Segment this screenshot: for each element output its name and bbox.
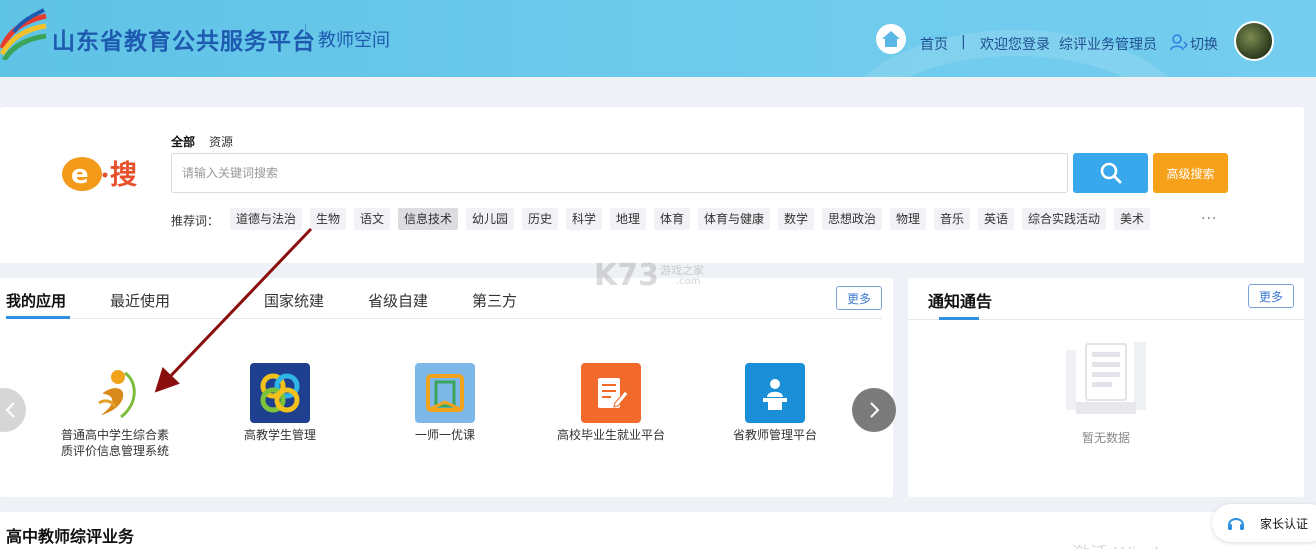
- tag-english[interactable]: 英语: [978, 208, 1015, 230]
- app-name: 高教学生管理: [243, 428, 316, 442]
- carousel-next-button[interactable]: [852, 388, 896, 432]
- site-watermark-com: .com: [676, 276, 701, 287]
- svg-text:搜: 搜: [110, 160, 137, 191]
- tag-info-tech[interactable]: 信息技术: [398, 208, 459, 230]
- app-one-teacher-one-lesson[interactable]: 一师一优课: [370, 363, 520, 443]
- windows-activation-watermark: 激活 Wind: [1072, 540, 1159, 549]
- app-graduate-employment[interactable]: 高校毕业生就业平台: [536, 363, 686, 443]
- site-title: 山东省教育公共服务平台: [52, 29, 316, 55]
- app-name: 普通高中学生综合素 质评价信息管理系统: [60, 428, 169, 458]
- welcome-text: 欢迎您登录: [980, 37, 1050, 53]
- notice-more-button[interactable]: 更多: [1248, 284, 1294, 308]
- one-teacher-lesson-icon: [415, 363, 475, 423]
- search-tab-all[interactable]: 全部: [171, 133, 195, 150]
- app-teacher-management[interactable]: 省教师管理平台: [700, 363, 850, 443]
- search-panel: e 搜 全部 资源 高级搜索 推荐词： 道德与法治 生物 语文 信息技术 幼儿园…: [0, 107, 1304, 263]
- home-icon[interactable]: [876, 24, 906, 54]
- more-tags-button[interactable]: ···: [1201, 211, 1217, 227]
- tag-politics[interactable]: 思想政治: [822, 208, 883, 230]
- tag-music[interactable]: 音乐: [934, 208, 971, 230]
- app-higher-ed-students[interactable]: 高教学生管理: [205, 363, 355, 443]
- app-name: 高校毕业生就业平台: [556, 428, 665, 442]
- chevron-right-icon: [870, 402, 880, 418]
- title-divider: [305, 24, 306, 50]
- top-header: 山东省教育公共服务平台 教师空间 首页 | 欢迎您登录 综评业务管理员 切换: [0, 0, 1316, 77]
- empty-document-icon: [1066, 342, 1146, 414]
- higher-ed-students-icon: [250, 363, 310, 423]
- tag-biology[interactable]: 生物: [310, 208, 347, 230]
- user-role: 综评业务管理员: [1059, 37, 1157, 53]
- search-button[interactable]: [1073, 153, 1148, 193]
- app-name: 省教师管理平台: [732, 428, 817, 442]
- student-evaluation-icon: [85, 363, 145, 423]
- tag-physics[interactable]: 物理: [890, 208, 927, 230]
- apps-panel: 我的应用 最近使用 国家统建 省级自建 第三方 更多 普通高中学生综合素 质评价信…: [0, 278, 896, 497]
- notice-panel: 通知通告 更多 暂无数据: [908, 278, 1304, 497]
- site-watermark: K73: [594, 258, 659, 293]
- section-title: 高中教师综评业务: [6, 527, 135, 546]
- search-input[interactable]: [171, 153, 1068, 193]
- tag-math[interactable]: 数学: [778, 208, 815, 230]
- teacher-management-icon: [745, 363, 805, 423]
- switch-user-icon[interactable]: [1170, 33, 1188, 51]
- tab-recent[interactable]: 最近使用: [110, 290, 170, 311]
- tag-history[interactable]: 历史: [522, 208, 559, 230]
- tag-chinese[interactable]: 语文: [354, 208, 391, 230]
- svg-text:e: e: [71, 160, 89, 190]
- tabs-divider: [6, 318, 882, 319]
- switch-link[interactable]: 切换: [1190, 34, 1218, 54]
- app-student-evaluation[interactable]: 普通高中学生综合素 质评价信息管理系统: [40, 363, 190, 459]
- notice-title: 通知通告: [928, 292, 993, 311]
- empty-state-text: 暂无数据: [1081, 431, 1130, 445]
- chevron-left-icon: [5, 402, 15, 418]
- tag-geography[interactable]: 地理: [610, 208, 647, 230]
- nav-home-link[interactable]: 首页: [920, 34, 948, 54]
- search-tab-resources[interactable]: 资源: [209, 133, 233, 150]
- tab-provincial[interactable]: 省级自建: [368, 290, 428, 311]
- site-subtitle: 教师空间: [318, 30, 390, 51]
- app-name: 一师一优课: [414, 428, 475, 442]
- tag-moral-law[interactable]: 道德与法治: [230, 208, 303, 230]
- avatar[interactable]: [1234, 21, 1274, 61]
- tag-practice[interactable]: 综合实践活动: [1022, 208, 1107, 230]
- e-search-logo: e 搜: [62, 157, 137, 191]
- tag-kindergarten[interactable]: 幼儿园: [466, 208, 515, 230]
- tab-third-party[interactable]: 第三方: [472, 290, 517, 311]
- tag-science[interactable]: 科学: [566, 208, 603, 230]
- tag-art[interactable]: 美术: [1114, 208, 1151, 230]
- graduate-employment-icon: [581, 363, 641, 423]
- tag-pe-health[interactable]: 体育与健康: [698, 208, 771, 230]
- carousel-prev-button[interactable]: [0, 388, 26, 432]
- parent-auth-label: 家长认证: [1260, 517, 1309, 531]
- headset-icon: [1228, 518, 1244, 530]
- recommend-label: 推荐词：: [171, 214, 220, 228]
- parent-auth-button[interactable]: 家长认证: [1212, 504, 1316, 542]
- tab-my-apps[interactable]: 我的应用: [6, 290, 66, 311]
- notice-tab-indicator: [939, 317, 979, 320]
- tag-pe[interactable]: 体育: [654, 208, 691, 230]
- nav-separator: |: [961, 34, 966, 50]
- platform-logo-icon: [0, 8, 47, 60]
- apps-more-button[interactable]: 更多: [836, 286, 882, 310]
- search-icon: [1100, 162, 1121, 184]
- advanced-search-button[interactable]: 高级搜索: [1153, 153, 1228, 193]
- tab-national[interactable]: 国家统建: [264, 290, 324, 311]
- active-tab-indicator: [6, 316, 70, 319]
